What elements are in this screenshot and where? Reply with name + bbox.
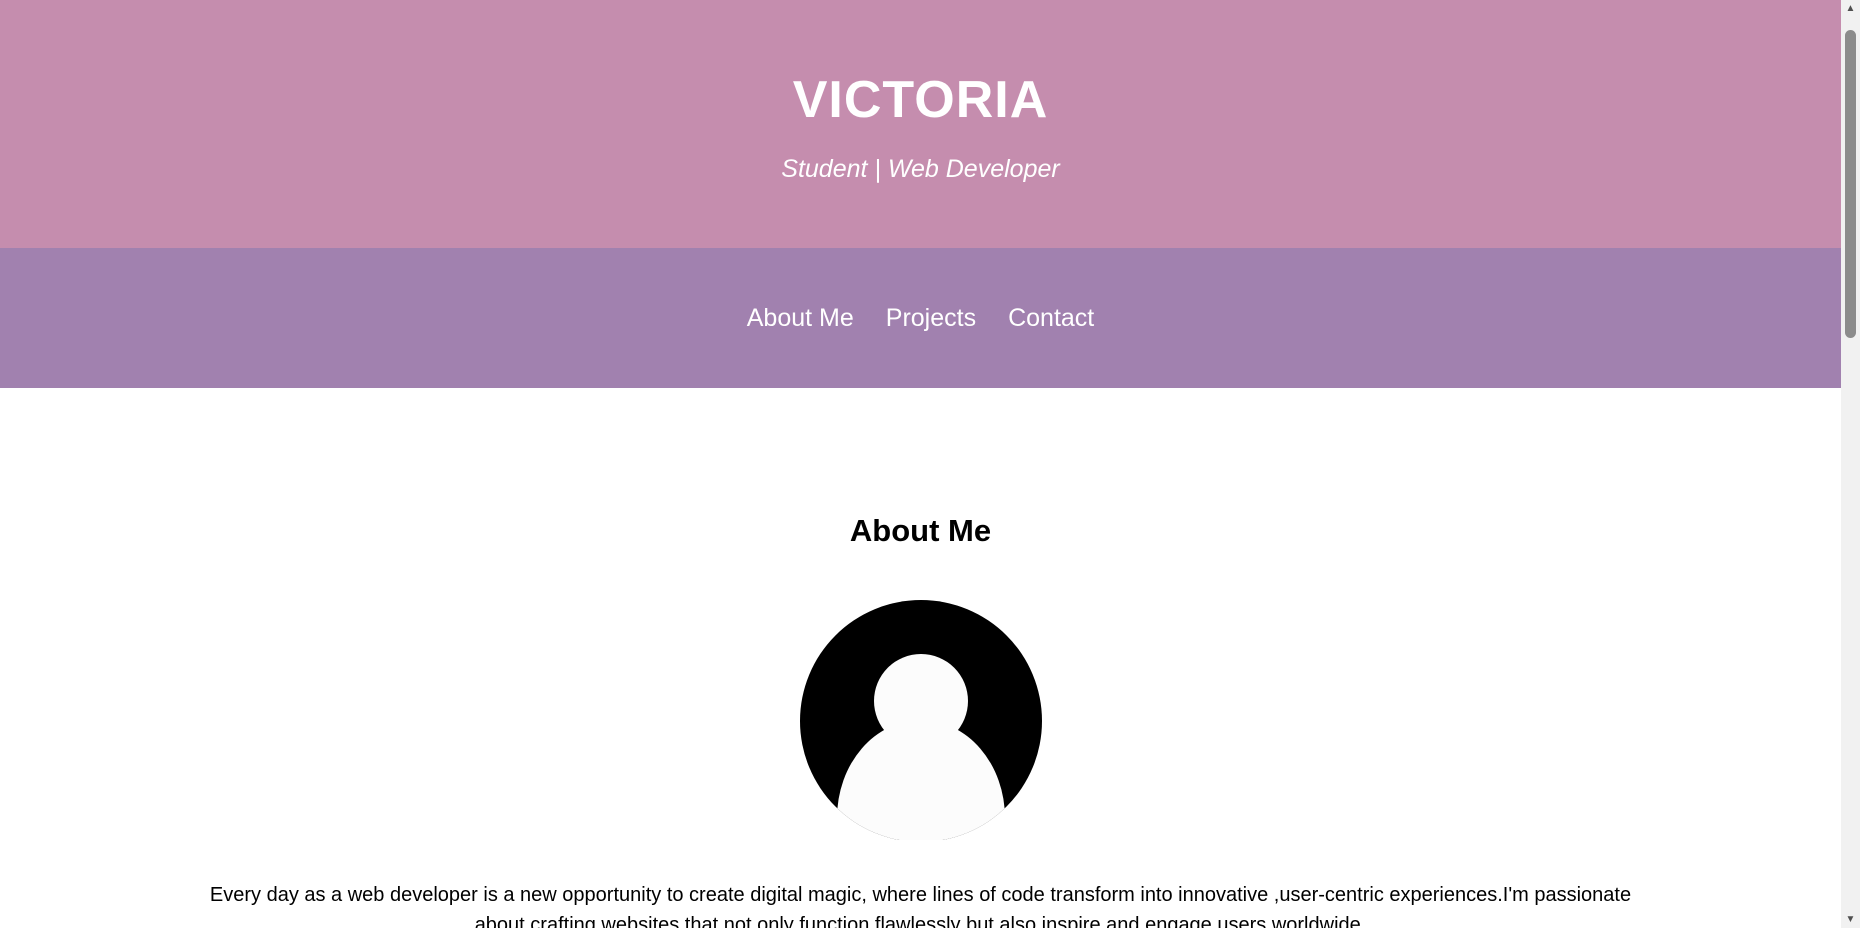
browser-viewport: VICTORIA Student | Web Developer About M…	[0, 0, 1860, 928]
nav-link-about-me[interactable]: About Me	[747, 304, 854, 333]
vertical-scrollbar[interactable]: ▲ ▼	[1841, 0, 1860, 928]
about-description: Every day as a web developer is a new op…	[209, 884, 1632, 928]
about-section: About Me Every day as a web developer is…	[0, 388, 1841, 928]
site-tagline: Student | Web Developer	[781, 155, 1060, 183]
site-title: VICTORIA	[792, 71, 1049, 129]
page-content: VICTORIA Student | Web Developer About M…	[0, 0, 1841, 928]
nav-link-contact[interactable]: Contact	[1008, 304, 1094, 333]
scroll-up-arrow-icon[interactable]: ▲	[1841, 0, 1860, 17]
main-nav: About Me Projects Contact	[0, 248, 1841, 388]
user-avatar-icon	[799, 600, 1042, 842]
nav-link-projects[interactable]: Projects	[886, 304, 976, 333]
about-heading: About Me	[849, 513, 992, 548]
scrollbar-thumb[interactable]	[1845, 30, 1856, 338]
scroll-down-arrow-icon[interactable]: ▼	[1841, 911, 1860, 928]
site-header: VICTORIA Student | Web Developer	[0, 0, 1841, 248]
